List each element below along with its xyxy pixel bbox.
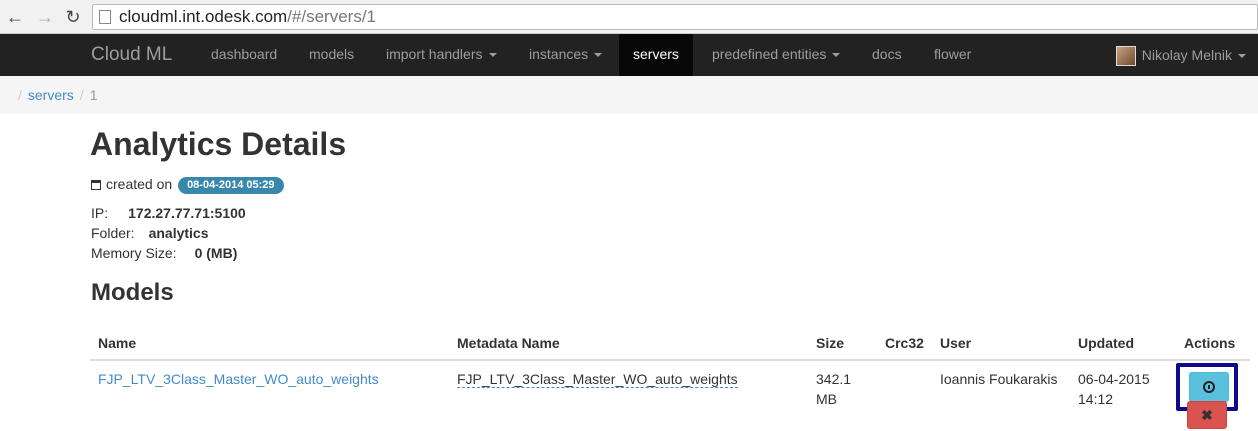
page-icon bbox=[99, 10, 111, 24]
nav-label: instances bbox=[529, 46, 589, 62]
models-table: Name Metadata Name Size Crc32 User Updat… bbox=[90, 326, 1250, 430]
calendar-icon bbox=[91, 180, 101, 190]
chevron-down-icon bbox=[832, 53, 841, 58]
user-menu[interactable]: Nikolay Melnik bbox=[1115, 34, 1246, 76]
column-header-metadata-name: Metadata Name bbox=[449, 326, 808, 361]
user-name: Nikolay Melnik bbox=[1141, 47, 1232, 63]
nav-item-flower[interactable]: flower bbox=[920, 34, 985, 76]
breadcrumb-separator: / bbox=[18, 87, 22, 103]
nav-item-instances[interactable]: instances bbox=[515, 34, 616, 76]
models-heading: Models bbox=[91, 279, 174, 306]
chevron-down-icon bbox=[1238, 54, 1246, 59]
model-name-link[interactable]: FJP_LTV_3Class_Master_WO_auto_weights bbox=[98, 371, 379, 387]
cell-actions: ✖ bbox=[1176, 360, 1250, 430]
nav-item-dashboard[interactable]: dashboard bbox=[197, 34, 291, 76]
memory-label: Memory Size: bbox=[91, 245, 177, 261]
ip-value: 172.27.77.71:5100 bbox=[128, 205, 246, 221]
page-title: Analytics Details bbox=[90, 126, 347, 162]
nav-item-servers[interactable]: servers bbox=[619, 34, 693, 76]
column-header-name: Name bbox=[90, 326, 449, 361]
column-header-crc32: Crc32 bbox=[877, 326, 932, 361]
created-label: created on bbox=[106, 176, 173, 192]
breadcrumb-servers-link[interactable]: servers bbox=[28, 87, 74, 103]
memory-row: Memory Size: 0 (MB) bbox=[91, 244, 237, 262]
delete-model-button[interactable]: ✖ bbox=[1187, 401, 1227, 429]
column-header-updated: Updated bbox=[1070, 326, 1176, 361]
created-info: created on 08-04-2014 05:29 bbox=[91, 175, 284, 194]
memory-value: 0 (MB) bbox=[194, 245, 238, 261]
size-value: 342.1 bbox=[816, 371, 852, 387]
url-path: /#/servers/1 bbox=[287, 7, 376, 26]
address-bar[interactable]: cloudml.int.odesk.com/#/servers/1 bbox=[92, 4, 1258, 30]
updated-date: 06-04-2015 bbox=[1078, 371, 1150, 387]
nav-item-predefined-entities[interactable]: predefined entities bbox=[698, 34, 854, 76]
metadata-name-editable[interactable]: FJP_LTV_3Class_Master_WO_auto_weights bbox=[457, 371, 738, 388]
cell-size: 342.1 MB bbox=[808, 360, 877, 430]
nav-item-models[interactable]: models bbox=[295, 34, 368, 76]
nav-item-docs[interactable]: docs bbox=[858, 34, 916, 76]
breadcrumb-current: 1 bbox=[89, 87, 98, 103]
cell-crc32 bbox=[877, 360, 932, 430]
forward-arrow-icon[interactable]: → bbox=[34, 6, 56, 28]
table-row: FJP_LTV_3Class_Master_WO_auto_weights FJ… bbox=[90, 360, 1250, 430]
updated-time: 14:12 bbox=[1078, 391, 1114, 407]
ip-label: IP: bbox=[91, 205, 109, 221]
circle-arrow-up-icon bbox=[1203, 381, 1215, 393]
breadcrumb: / servers / 1 bbox=[0, 76, 1258, 114]
chevron-down-icon bbox=[488, 53, 497, 58]
nav-item-import-handlers[interactable]: import handlers bbox=[372, 34, 511, 76]
avatar bbox=[1115, 46, 1136, 67]
top-navbar: Cloud ML dashboard models import handler… bbox=[0, 34, 1258, 76]
nav-label: flower bbox=[934, 46, 972, 62]
folder-value: analytics bbox=[148, 225, 209, 241]
nav-label: servers bbox=[633, 46, 679, 62]
size-unit: MB bbox=[816, 391, 837, 407]
url-host: cloudml.int.odesk.com bbox=[119, 7, 288, 26]
brand-link[interactable]: Cloud ML bbox=[91, 34, 172, 76]
upload-model-button[interactable] bbox=[1189, 372, 1229, 402]
column-header-actions: Actions bbox=[1176, 326, 1250, 361]
cell-metadata-name: FJP_LTV_3Class_Master_WO_auto_weights bbox=[449, 360, 808, 430]
folder-row: Folder: analytics bbox=[91, 224, 209, 242]
table-header-row: Name Metadata Name Size Crc32 User Updat… bbox=[90, 326, 1250, 361]
folder-label: Folder: bbox=[91, 225, 135, 241]
nav-label: docs bbox=[872, 46, 902, 62]
nav-label: predefined entities bbox=[712, 46, 827, 62]
reload-icon[interactable]: ↻ bbox=[62, 6, 84, 28]
remove-icon: ✖ bbox=[1201, 407, 1213, 423]
nav-label: import handlers bbox=[386, 46, 483, 62]
cell-updated: 06-04-2015 14:12 bbox=[1070, 360, 1176, 430]
nav-label: dashboard bbox=[211, 46, 278, 62]
column-header-size: Size bbox=[808, 326, 877, 361]
column-header-user: User bbox=[932, 326, 1070, 361]
back-arrow-icon[interactable]: ← bbox=[4, 6, 26, 28]
created-date-badge: 08-04-2014 05:29 bbox=[178, 177, 284, 194]
cell-name: FJP_LTV_3Class_Master_WO_auto_weights bbox=[90, 360, 449, 430]
browser-toolbar: ← → ↻ cloudml.int.odesk.com/#/servers/1 bbox=[0, 0, 1258, 34]
breadcrumb-separator: / bbox=[79, 87, 84, 103]
chevron-down-icon bbox=[594, 53, 603, 58]
cell-user: Ioannis Foukarakis bbox=[940, 371, 1058, 387]
ip-row: IP: 172.27.77.71:5100 bbox=[91, 204, 246, 222]
nav-label: models bbox=[309, 46, 355, 62]
